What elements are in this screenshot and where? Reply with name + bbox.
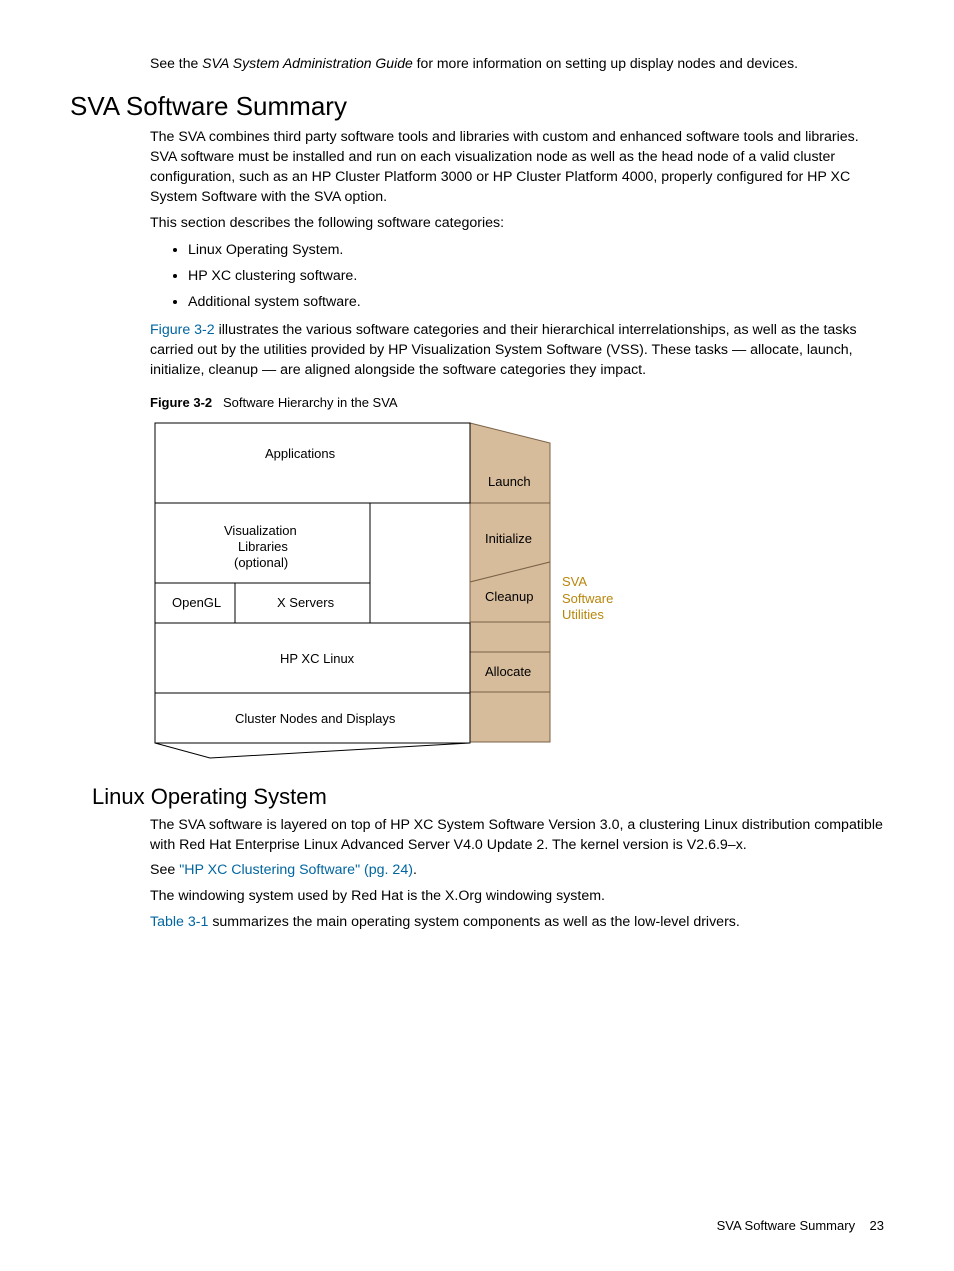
page-footer: SVA Software Summary 23 [717,1218,884,1233]
box-xservers: X Servers [277,595,335,610]
paragraph-table-intro: Table 3-1 summarizes the main operating … [150,913,884,933]
list-item: HP XC clustering software. [188,267,884,287]
category-list: Linux Operating System. HP XC clustering… [150,241,884,313]
figure-diagram: Applications Visualization Libraries (op… [150,418,710,770]
box-hpxc: HP XC Linux [280,651,355,666]
box-cluster: Cluster Nodes and Displays [235,711,396,726]
subsection-heading: Linux Operating System [92,784,884,810]
intro-note: See the SVA System Administration Guide … [150,55,884,71]
task-cleanup: Cleanup [485,589,533,604]
intro-doc-title: SVA System Administration Guide [202,55,413,71]
box-vizlib-line1: Visualization [224,523,297,538]
footer-page-number: 23 [870,1218,884,1233]
box-vizlib-line2: Libraries [238,539,288,554]
figure-intro-rest: illustrates the various software categor… [150,322,857,378]
table-intro-rest: summarizes the main operating system com… [208,914,739,930]
task-allocate: Allocate [485,664,531,679]
figure-xref-link[interactable]: Figure 3-2 [150,322,215,338]
figure-caption: Figure 3-2 Software Hierarchy in the SVA [150,395,884,410]
list-item: Linux Operating System. [188,241,884,261]
paragraph-linux-intro: The SVA software is layered on top of HP… [150,816,884,856]
sva-label-line: Utilities [562,607,613,624]
sva-label-line: SVA [562,574,613,591]
xref-link-hpxc[interactable]: "HP XC Clustering Software" (pg. 24) [179,862,413,878]
box-applications: Applications [265,446,336,461]
sva-label-line: Software [562,591,613,608]
paragraph-categories-intro: This section describes the following sof… [150,214,884,234]
list-item: Additional system software. [188,293,884,313]
box-opengl: OpenGL [172,595,221,610]
section-heading: SVA Software Summary [70,91,884,122]
paragraph-overview: The SVA combines third party software to… [150,128,884,208]
task-launch: Launch [488,474,531,489]
box-vizlib-line3: (optional) [234,555,288,570]
intro-pre: See the [150,55,202,71]
sva-utilities-label: SVA Software Utilities [562,574,613,625]
task-initialize: Initialize [485,531,532,546]
table-xref-link[interactable]: Table 3-1 [150,914,208,930]
intro-post: for more information on setting up displ… [413,55,798,71]
see-pre: See [150,862,179,878]
figure-title: Software Hierarchy in the SVA [223,395,398,410]
paragraph-see-link: See "HP XC Clustering Software" (pg. 24)… [150,861,884,881]
paragraph-figure-intro: Figure 3-2 illustrates the various softw… [150,321,884,381]
figure-label: Figure 3-2 [150,395,212,410]
footer-title: SVA Software Summary [717,1218,855,1233]
paragraph-xorg: The windowing system used by Red Hat is … [150,887,884,907]
see-post: . [413,862,417,878]
